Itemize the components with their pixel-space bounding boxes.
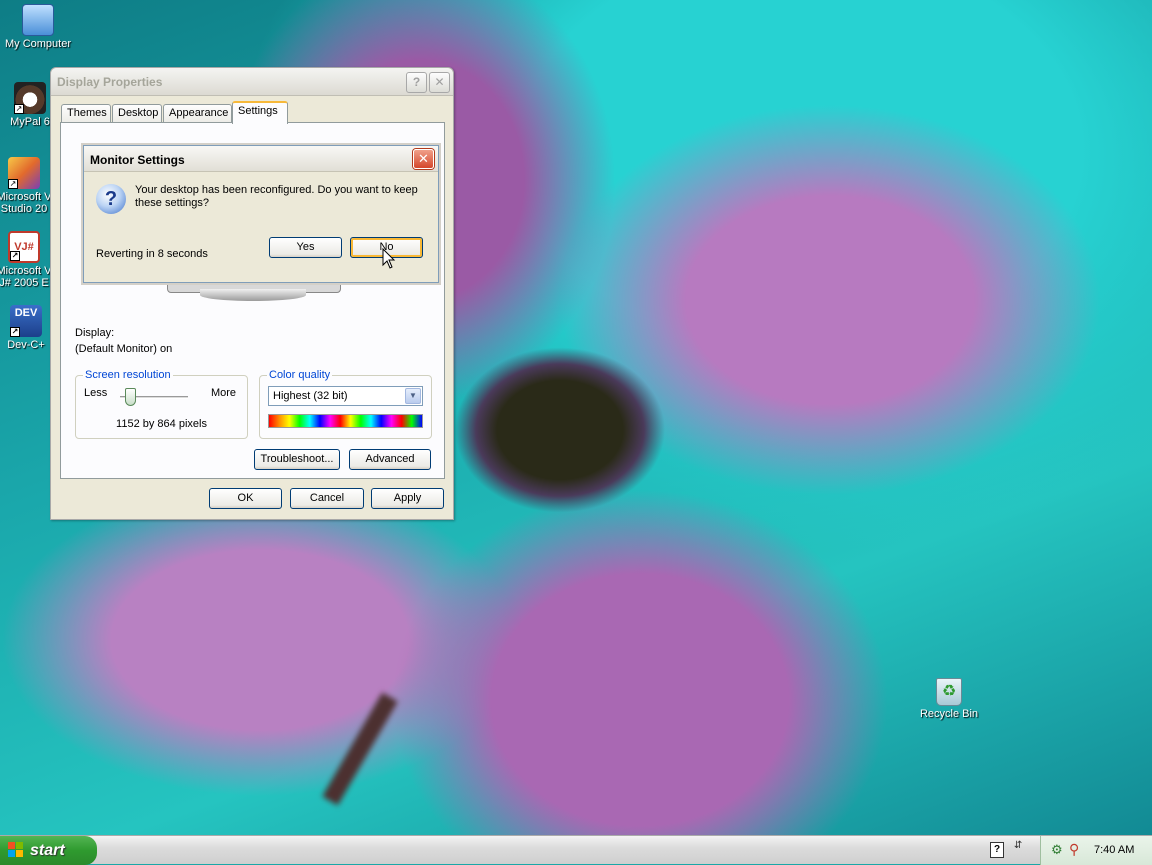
screen-resolution-label: Screen resolution — [83, 369, 173, 381]
tab-appearance[interactable]: Appearance — [163, 104, 232, 123]
tab-settings[interactable]: Settings — [232, 101, 288, 124]
help-icon[interactable]: ? — [990, 842, 1004, 858]
chevron-down-icon[interactable]: ▼ — [405, 388, 421, 404]
flower-stem — [322, 692, 398, 806]
desktop-icon-devcpp[interactable]: DEV ↗ Dev-C+ — [0, 305, 56, 351]
color-quality-value: Highest (32 bit) — [273, 390, 348, 402]
search-icon[interactable]: ⚲ — [1069, 841, 1079, 858]
window-titlebar[interactable]: Display Properties ? ✕ — [51, 68, 453, 96]
dialog-message-line2: these settings? — [135, 197, 209, 209]
recycle-bin-icon: ♻ — [936, 678, 962, 706]
resolution-value: 1152 by 864 pixels — [116, 418, 207, 430]
yes-button[interactable]: Yes — [269, 237, 342, 258]
desktop-icon-label: Recycle Bin — [919, 708, 979, 720]
desktop-icon-visual-studio[interactable]: ↗ Microsoft V Studio 20 — [0, 157, 56, 215]
display-value: (Default Monitor) on — [75, 343, 173, 355]
desktop-icon-recycle-bin[interactable]: ♻ Recycle Bin — [911, 678, 987, 720]
windows-logo-icon — [8, 842, 24, 858]
help-button[interactable]: ? — [406, 72, 427, 93]
visual-studio-icon: ↗ — [8, 157, 40, 189]
shortcut-arrow-icon: ↗ — [14, 104, 24, 114]
shortcut-arrow-icon: ↗ — [8, 179, 18, 189]
window-title: Display Properties — [57, 75, 163, 89]
resolution-more-label: More — [210, 387, 236, 399]
dialog-titlebar[interactable]: Monitor Settings ✕ — [84, 146, 438, 172]
mypal-icon: ↗ — [14, 82, 46, 114]
dialog-message: Your desktop has been reconfigured. Do y… — [135, 184, 435, 209]
color-spectrum-bar — [268, 414, 423, 428]
question-icon: ? — [96, 184, 126, 214]
resolution-slider-thumb[interactable] — [124, 388, 136, 406]
mouse-cursor-icon — [382, 248, 396, 269]
start-label: start — [30, 842, 65, 859]
dialog-title: Monitor Settings — [90, 153, 185, 167]
ok-button[interactable]: OK — [209, 488, 282, 509]
screen-resolution-group: Screen resolution Less More 1152 by 864 … — [75, 369, 248, 439]
desktop-icon-label: Microsoft V Studio 20 — [0, 191, 52, 215]
revert-countdown: Reverting in 8 seconds — [96, 248, 208, 260]
monitor-stand — [200, 289, 306, 301]
vjsharp-icon: VJ# ↗ — [8, 231, 40, 263]
color-quality-label: Color quality — [267, 369, 333, 381]
desktop-icon-label: Dev-C+ — [7, 339, 45, 351]
troubleshoot-button[interactable]: Troubleshoot... — [254, 449, 340, 470]
apply-button[interactable]: Apply — [371, 488, 444, 509]
computer-icon — [22, 4, 54, 36]
desktop-icon-label: My Computer — [4, 38, 72, 50]
dialog-close-button[interactable]: ✕ — [413, 149, 434, 169]
tab-themes[interactable]: Themes — [61, 104, 111, 123]
shortcut-arrow-icon: ↗ — [10, 327, 20, 337]
taskbar: start ? ⇵ ⚙ ⚲ 7:40 AM — [0, 835, 1152, 865]
system-tray: ⚙ ⚲ 7:40 AM — [1040, 836, 1152, 865]
dialog-message-line1: Your desktop has been reconfigured. Do y… — [135, 184, 418, 196]
devcpp-icon: DEV ↗ — [10, 305, 42, 337]
network-icon[interactable]: ⚙ — [1051, 842, 1063, 858]
language-bar-icon[interactable]: ⇵ — [1014, 840, 1022, 851]
color-quality-group: Color quality Highest (32 bit) ▼ — [259, 369, 432, 439]
clock[interactable]: 7:40 AM — [1094, 844, 1134, 856]
start-button[interactable]: start — [0, 836, 97, 865]
close-button[interactable]: ✕ — [429, 72, 450, 93]
display-properties-window: Display Properties ? ✕ Themes Desktop Ap… — [50, 67, 454, 520]
display-label: Display: — [75, 327, 115, 339]
desktop-icon-my-computer[interactable]: My Computer — [0, 4, 76, 50]
tab-desktop[interactable]: Desktop — [112, 104, 162, 123]
resolution-less-label: Less — [84, 387, 108, 399]
color-quality-select[interactable]: Highest (32 bit) ▼ — [268, 386, 423, 406]
advanced-button[interactable]: Advanced — [349, 449, 431, 470]
desktop-icon-vjsharp[interactable]: VJ# ↗ Microsoft V J# 2005 E — [0, 231, 56, 289]
cancel-button[interactable]: Cancel — [290, 488, 364, 509]
shortcut-arrow-icon: ↗ — [10, 251, 20, 261]
desktop-icon-label: Microsoft V J# 2005 E — [0, 265, 52, 289]
